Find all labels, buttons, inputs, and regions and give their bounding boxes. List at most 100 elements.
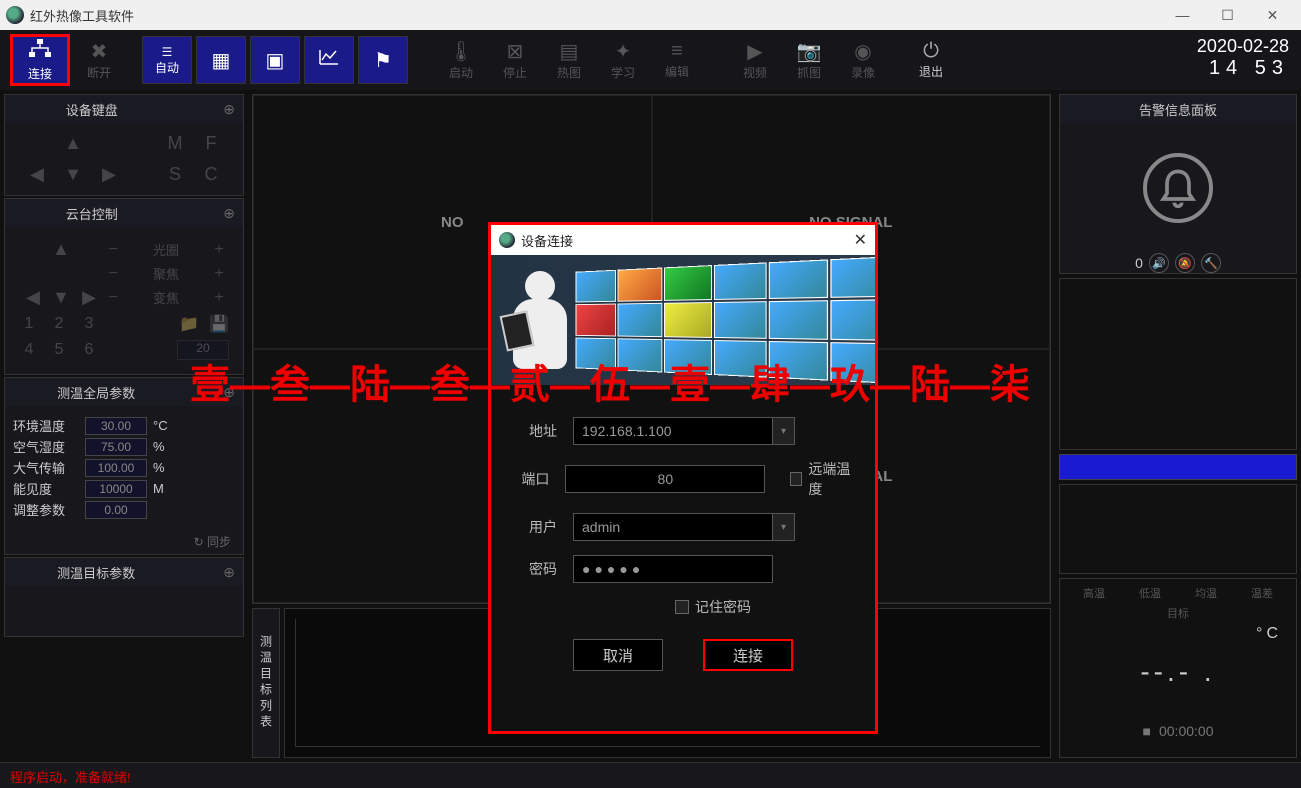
title-bar: 红外热像工具软件 — ☐ ✕ <box>0 0 1301 30</box>
env-temp-input[interactable]: 30.00 <box>85 417 147 435</box>
target-list-label[interactable]: 测温目标列表 <box>252 608 280 758</box>
address-input[interactable]: 192.168.1.100 <box>573 417 773 445</box>
device-keys-grid: ▲MF ◀▼▶SC <box>5 123 243 195</box>
collapse-icon[interactable]: ⊕ <box>223 101 235 118</box>
humidity-input[interactable]: 75.00 <box>85 438 147 456</box>
camera-icon: 📷 <box>797 39 822 64</box>
power-icon: ⏻ <box>923 41 939 61</box>
port-input[interactable]: 80 <box>565 465 765 493</box>
list-icon: ☰ <box>162 45 173 59</box>
image-button[interactable]: ▣ <box>250 36 300 84</box>
panel-title: 云台控制 <box>66 204 118 223</box>
watermark-text: 壹—叁—陆—叁—贰—伍—壹—肆—玖—陆—柒 <box>190 352 1030 410</box>
alarm-panel: 告警信息面板 0 🔊 🔕 🔨 <box>1059 94 1297 274</box>
temperature-panel: 高温 低温 均温 温差 目标 --.- . °C ■ 00:00:00 <box>1059 578 1297 758</box>
blue-progress-bar <box>1059 454 1297 480</box>
heatmap-icon: ▤ <box>560 39 579 64</box>
window-minimize-button[interactable]: — <box>1160 1 1205 29</box>
camcorder-icon[interactable]: ■ <box>1143 723 1151 739</box>
auto-button[interactable]: ☰自动 <box>142 36 192 84</box>
window-maximize-button[interactable]: ☐ <box>1205 1 1250 29</box>
sound-button[interactable]: 🔊 <box>1149 253 1169 273</box>
target-params-panel: 测温目标参数 ⊕ <box>4 557 244 637</box>
remote-temp-checkbox[interactable] <box>790 472 802 486</box>
bell-icon <box>1143 153 1213 223</box>
network-icon <box>28 39 52 65</box>
save-icon[interactable]: 💾 <box>209 314 229 334</box>
sync-button[interactable]: ↻ 同步 <box>5 529 243 554</box>
start-button[interactable]: 🌡启动 <box>436 36 486 84</box>
panel-title: 设备键盘 <box>66 100 118 119</box>
arrow-up-icon[interactable]: ▲ <box>64 133 82 154</box>
rec-time: 00:00:00 <box>1159 723 1214 739</box>
grid-button[interactable]: ▦ <box>196 36 246 84</box>
user-dropdown-icon[interactable]: ▾ <box>773 513 795 541</box>
flag-button[interactable]: ⚑ <box>358 36 408 84</box>
disconnect-button[interactable]: ✖断开 <box>74 36 124 84</box>
user-input[interactable]: admin <box>573 513 773 541</box>
app-icon <box>6 6 24 24</box>
main-toolbar: 连接 ✖断开 ☰自动 ▦ ▣ ⚑ 🌡启动 ⊠停止 ▤热图 ✦学习 ≡编辑 ▶视频… <box>0 30 1301 90</box>
connect-confirm-button[interactable]: 连接 <box>703 639 793 671</box>
folder-icon[interactable]: 📁 <box>179 314 199 334</box>
video-button[interactable]: ▶视频 <box>730 36 780 84</box>
capture-button[interactable]: 📷抓图 <box>784 36 834 84</box>
exit-button[interactable]: ⏻退出 <box>906 36 956 84</box>
collapse-icon[interactable]: ⊕ <box>223 205 235 222</box>
minus-icon[interactable]: − <box>103 289 123 307</box>
ptz-down-icon[interactable]: ▼ <box>47 287 75 308</box>
wand-icon: ✦ <box>615 39 632 64</box>
image-icon: ▣ <box>266 48 285 73</box>
connect-button[interactable]: 连接 <box>10 34 70 86</box>
thermometer-icon: 🌡 <box>448 39 473 64</box>
chart-button[interactable] <box>304 36 354 84</box>
password-input[interactable]: ●●●●● <box>573 555 773 583</box>
remember-password-checkbox[interactable] <box>675 600 689 614</box>
stop-button[interactable]: ⊠停止 <box>490 36 540 84</box>
adjust-input[interactable]: 0.00 <box>85 501 147 519</box>
hammer-button[interactable]: 🔨 <box>1201 253 1221 273</box>
arrow-down-icon[interactable]: ▼ <box>64 164 82 185</box>
collapse-icon[interactable]: ⊕ <box>223 564 235 581</box>
device-connect-dialog: 设备连接 ✕ 地址 192.168.1.100 ▾ 端口 80 远端温度 用户 … <box>488 222 878 734</box>
minus-icon[interactable]: − <box>103 241 123 259</box>
dialog-title-bar: 设备连接 ✕ <box>491 225 875 255</box>
ptz-up-icon[interactable]: ▲ <box>47 239 75 260</box>
panel-title: 测温全局参数 <box>57 383 135 402</box>
window-close-button[interactable]: ✕ <box>1250 1 1295 29</box>
panel-title: 测温目标参数 <box>57 563 135 582</box>
dialog-icon <box>499 232 515 248</box>
minus-icon[interactable]: − <box>103 265 123 283</box>
grid-icon: ▦ <box>212 48 231 73</box>
learn-button[interactable]: ✦学习 <box>598 36 648 84</box>
right-empty-panel <box>1059 278 1297 450</box>
plus-icon[interactable]: + <box>209 265 229 283</box>
plus-icon[interactable]: + <box>209 241 229 259</box>
play-icon: ▶ <box>747 39 762 64</box>
arrow-right-icon[interactable]: ▶ <box>102 164 116 185</box>
status-bar: 程序启动，准备就绪! <box>0 762 1301 788</box>
ptz-right-icon[interactable]: ▶ <box>75 287 103 308</box>
address-dropdown-icon[interactable]: ▾ <box>773 417 795 445</box>
dialog-close-button[interactable]: ✕ <box>854 230 867 250</box>
chart-icon <box>318 48 340 72</box>
ptz-left-icon[interactable]: ◀ <box>19 287 47 308</box>
datetime-display: 2020-02-28 14 53 <box>1197 36 1289 80</box>
heatmap-button[interactable]: ▤热图 <box>544 36 594 84</box>
plus-icon[interactable]: + <box>209 289 229 307</box>
stop-icon: ⊠ <box>507 39 524 64</box>
close-icon: ✖ <box>91 39 108 64</box>
visibility-input[interactable]: 10000 <box>85 480 147 498</box>
edit-button[interactable]: ≡编辑 <box>652 36 702 84</box>
panel-title: 告警信息面板 <box>1139 100 1217 119</box>
app-title: 红外热像工具软件 <box>30 6 134 25</box>
record-button[interactable]: ◉录像 <box>838 36 888 84</box>
right-empty-panel-2 <box>1059 484 1297 574</box>
atmosphere-input[interactable]: 100.00 <box>85 459 147 477</box>
cancel-button[interactable]: 取消 <box>573 639 663 671</box>
device-keys-panel: 设备键盘⊕ ▲MF ◀▼▶SC <box>4 94 244 196</box>
ptz-panel: 云台控制⊕ ▲−光圈+ −聚焦+ ◀▼▶−变焦+ 123📁💾 45620 <box>4 198 244 375</box>
arrow-left-icon[interactable]: ◀ <box>30 164 44 185</box>
mute-button[interactable]: 🔕 <box>1175 253 1195 273</box>
alarm-count: 0 <box>1135 255 1143 271</box>
